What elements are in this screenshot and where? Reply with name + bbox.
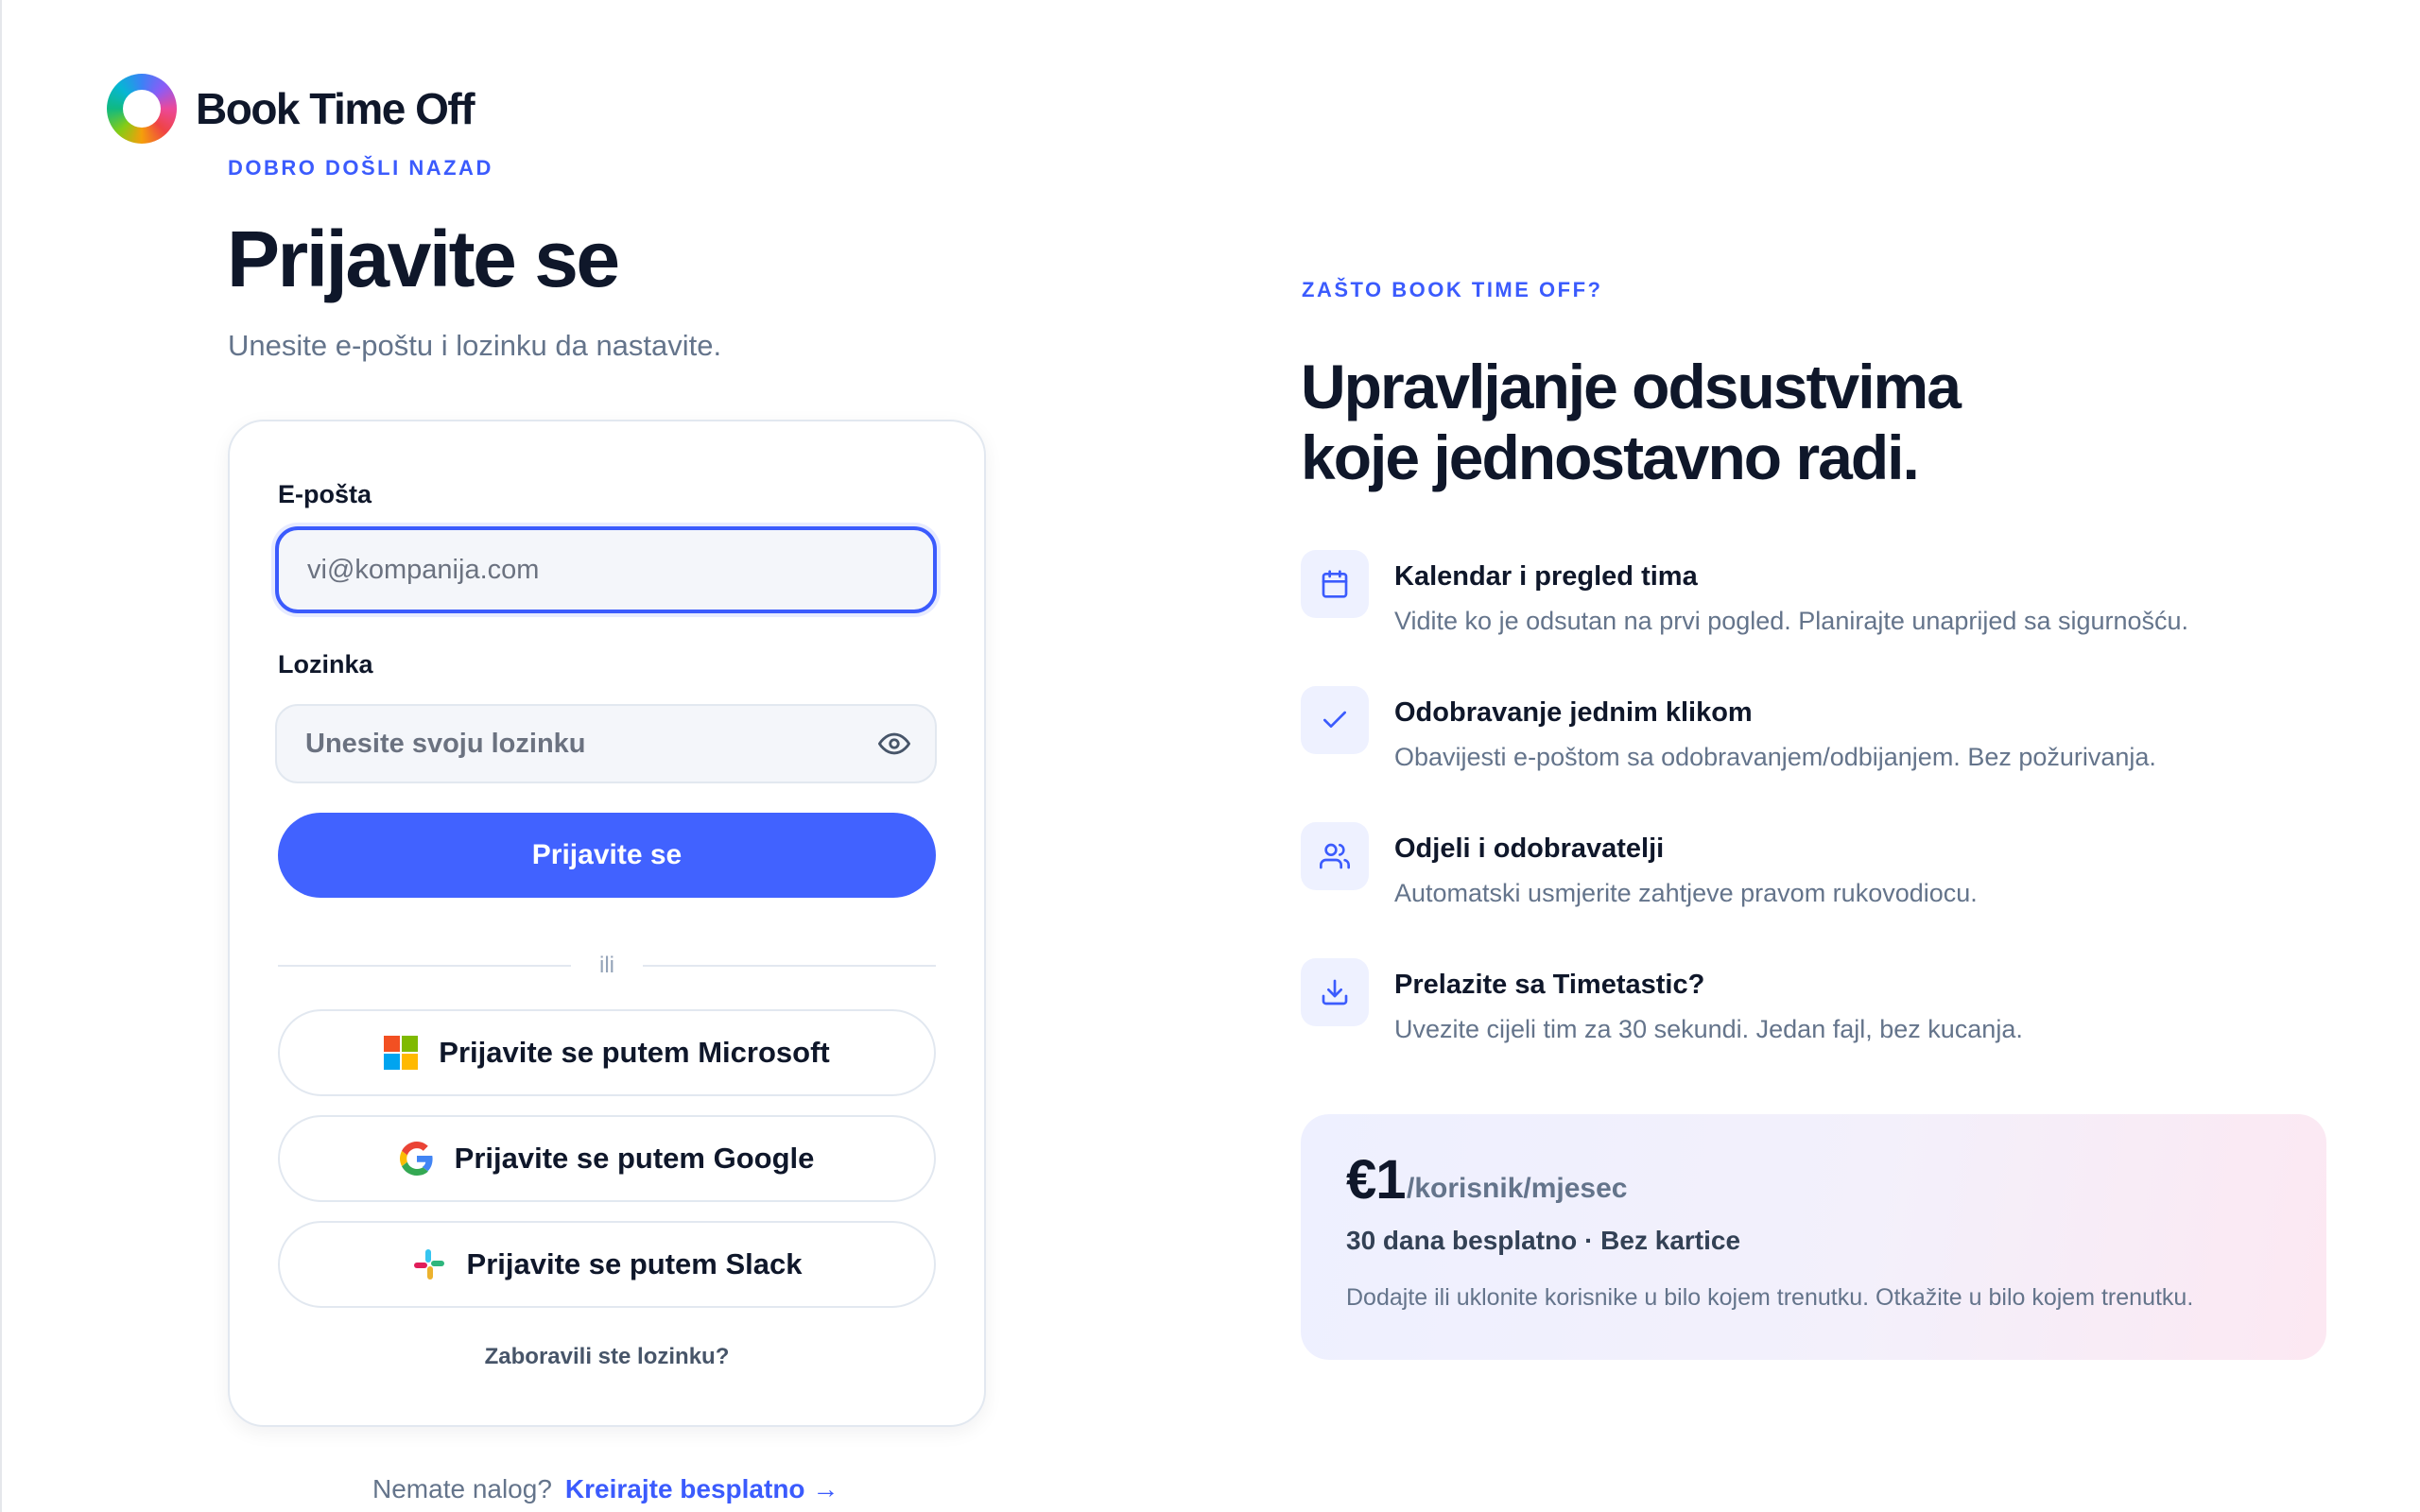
eye-icon[interactable] [878,728,910,760]
password-field[interactable]: Unesite svoju lozinku [275,704,937,783]
brand-logo[interactable]: Book Time Off [107,74,475,144]
microsoft-button-label: Prijavite se putem Microsoft [439,1036,830,1069]
logo-ring-icon [107,74,177,144]
users-icon [1301,822,1369,890]
feature-description: Uvezite cijeli tim za 30 sekundi. Jedan … [1394,1015,2023,1043]
trial-text: 30 dana besplatno · Bez kartice [1346,1226,1741,1255]
check-icon [1301,686,1369,754]
window-edge [0,0,2,1512]
pricing-card: €1 /korisnik/mjesec 30 dana besplatno · … [1301,1114,2326,1360]
pricing-note: Dodajte ili uklonite korisnike u bilo ko… [1346,1284,2194,1311]
google-button-label: Prijavite se putem Google [454,1142,815,1175]
google-icon [399,1142,433,1176]
calendar-icon [1301,550,1369,618]
create-account-link[interactable]: Kreirajte besplatno → [565,1474,838,1503]
no-account-text: Nemate nalog? [372,1474,552,1503]
why-title: Upravljanje odsustvima koje jednostavno … [1301,352,1962,493]
feature-item: Odjeli i odobravatelji Automatski usmjer… [1301,822,2341,926]
or-divider: ili [278,951,936,979]
login-card: E-pošta vi@kompanija.com Lozinka Unesite… [228,420,986,1427]
why-eyebrow: ZAŠTO BOOK TIME OFF? [1302,278,1603,301]
page-subtitle: Unesite e-poštu i lozinku da nastavite. [228,329,722,362]
feature-item: Kalendar i pregled tima Vidite ko je ods… [1301,550,2341,654]
email-field[interactable]: vi@kompanija.com [275,526,937,613]
feature-title: Kalendar i pregled tima [1394,561,1698,592]
sign-in-button[interactable]: Prijavite se [278,813,936,898]
download-icon [1301,958,1369,1026]
feature-description: Automatski usmjerite zahtjeve pravom ruk… [1394,879,1978,907]
email-label: E-pošta [278,480,372,508]
forgot-password-link[interactable]: Zaboravili ste lozinku? [230,1344,984,1370]
feature-description: Vidite ko je odsutan na prvi pogled. Pla… [1394,607,2189,635]
password-label: Lozinka [278,650,373,679]
feature-title: Odjeli i odobravatelji [1394,833,1665,864]
slack-button-label: Prijavite se putem Slack [466,1247,803,1280]
why-title-line2: koje jednostavno radi. [1301,422,1920,492]
feature-item: Prelazite sa Timetastic? Uvezite cijeli … [1301,958,2341,1062]
feature-title: Prelazite sa Timetastic? [1394,970,1705,1000]
password-placeholder: Unesite svoju lozinku [305,728,586,759]
why-title-line1: Upravljanje odsustvima [1301,352,1962,421]
feature-description: Obavijesti e-poštom sa odobravanjem/odbi… [1394,743,2156,771]
signup-prompt: Nemate nalog? Kreirajte besplatno → [372,1474,838,1504]
price-amount: €1 [1346,1149,1407,1211]
page-title: Prijavite se [227,215,620,303]
microsoft-sign-in-button[interactable]: Prijavite se putem Microsoft [278,1009,936,1096]
slack-sign-in-button[interactable]: Prijavite se putem Slack [278,1221,936,1308]
google-sign-in-button[interactable]: Prijavite se putem Google [278,1115,936,1202]
price-unit: /korisnik/mjesec [1407,1173,1628,1204]
microsoft-icon [384,1036,419,1070]
feature-item: Odobravanje jednim klikom Obavijesti e-p… [1301,686,2341,790]
feature-title: Odobravanje jednim klikom [1394,697,1753,728]
brand-name: Book Time Off [196,84,475,133]
login-eyebrow: DOBRO DOŠLI NAZAD [228,156,493,180]
slack-icon [413,1249,444,1280]
